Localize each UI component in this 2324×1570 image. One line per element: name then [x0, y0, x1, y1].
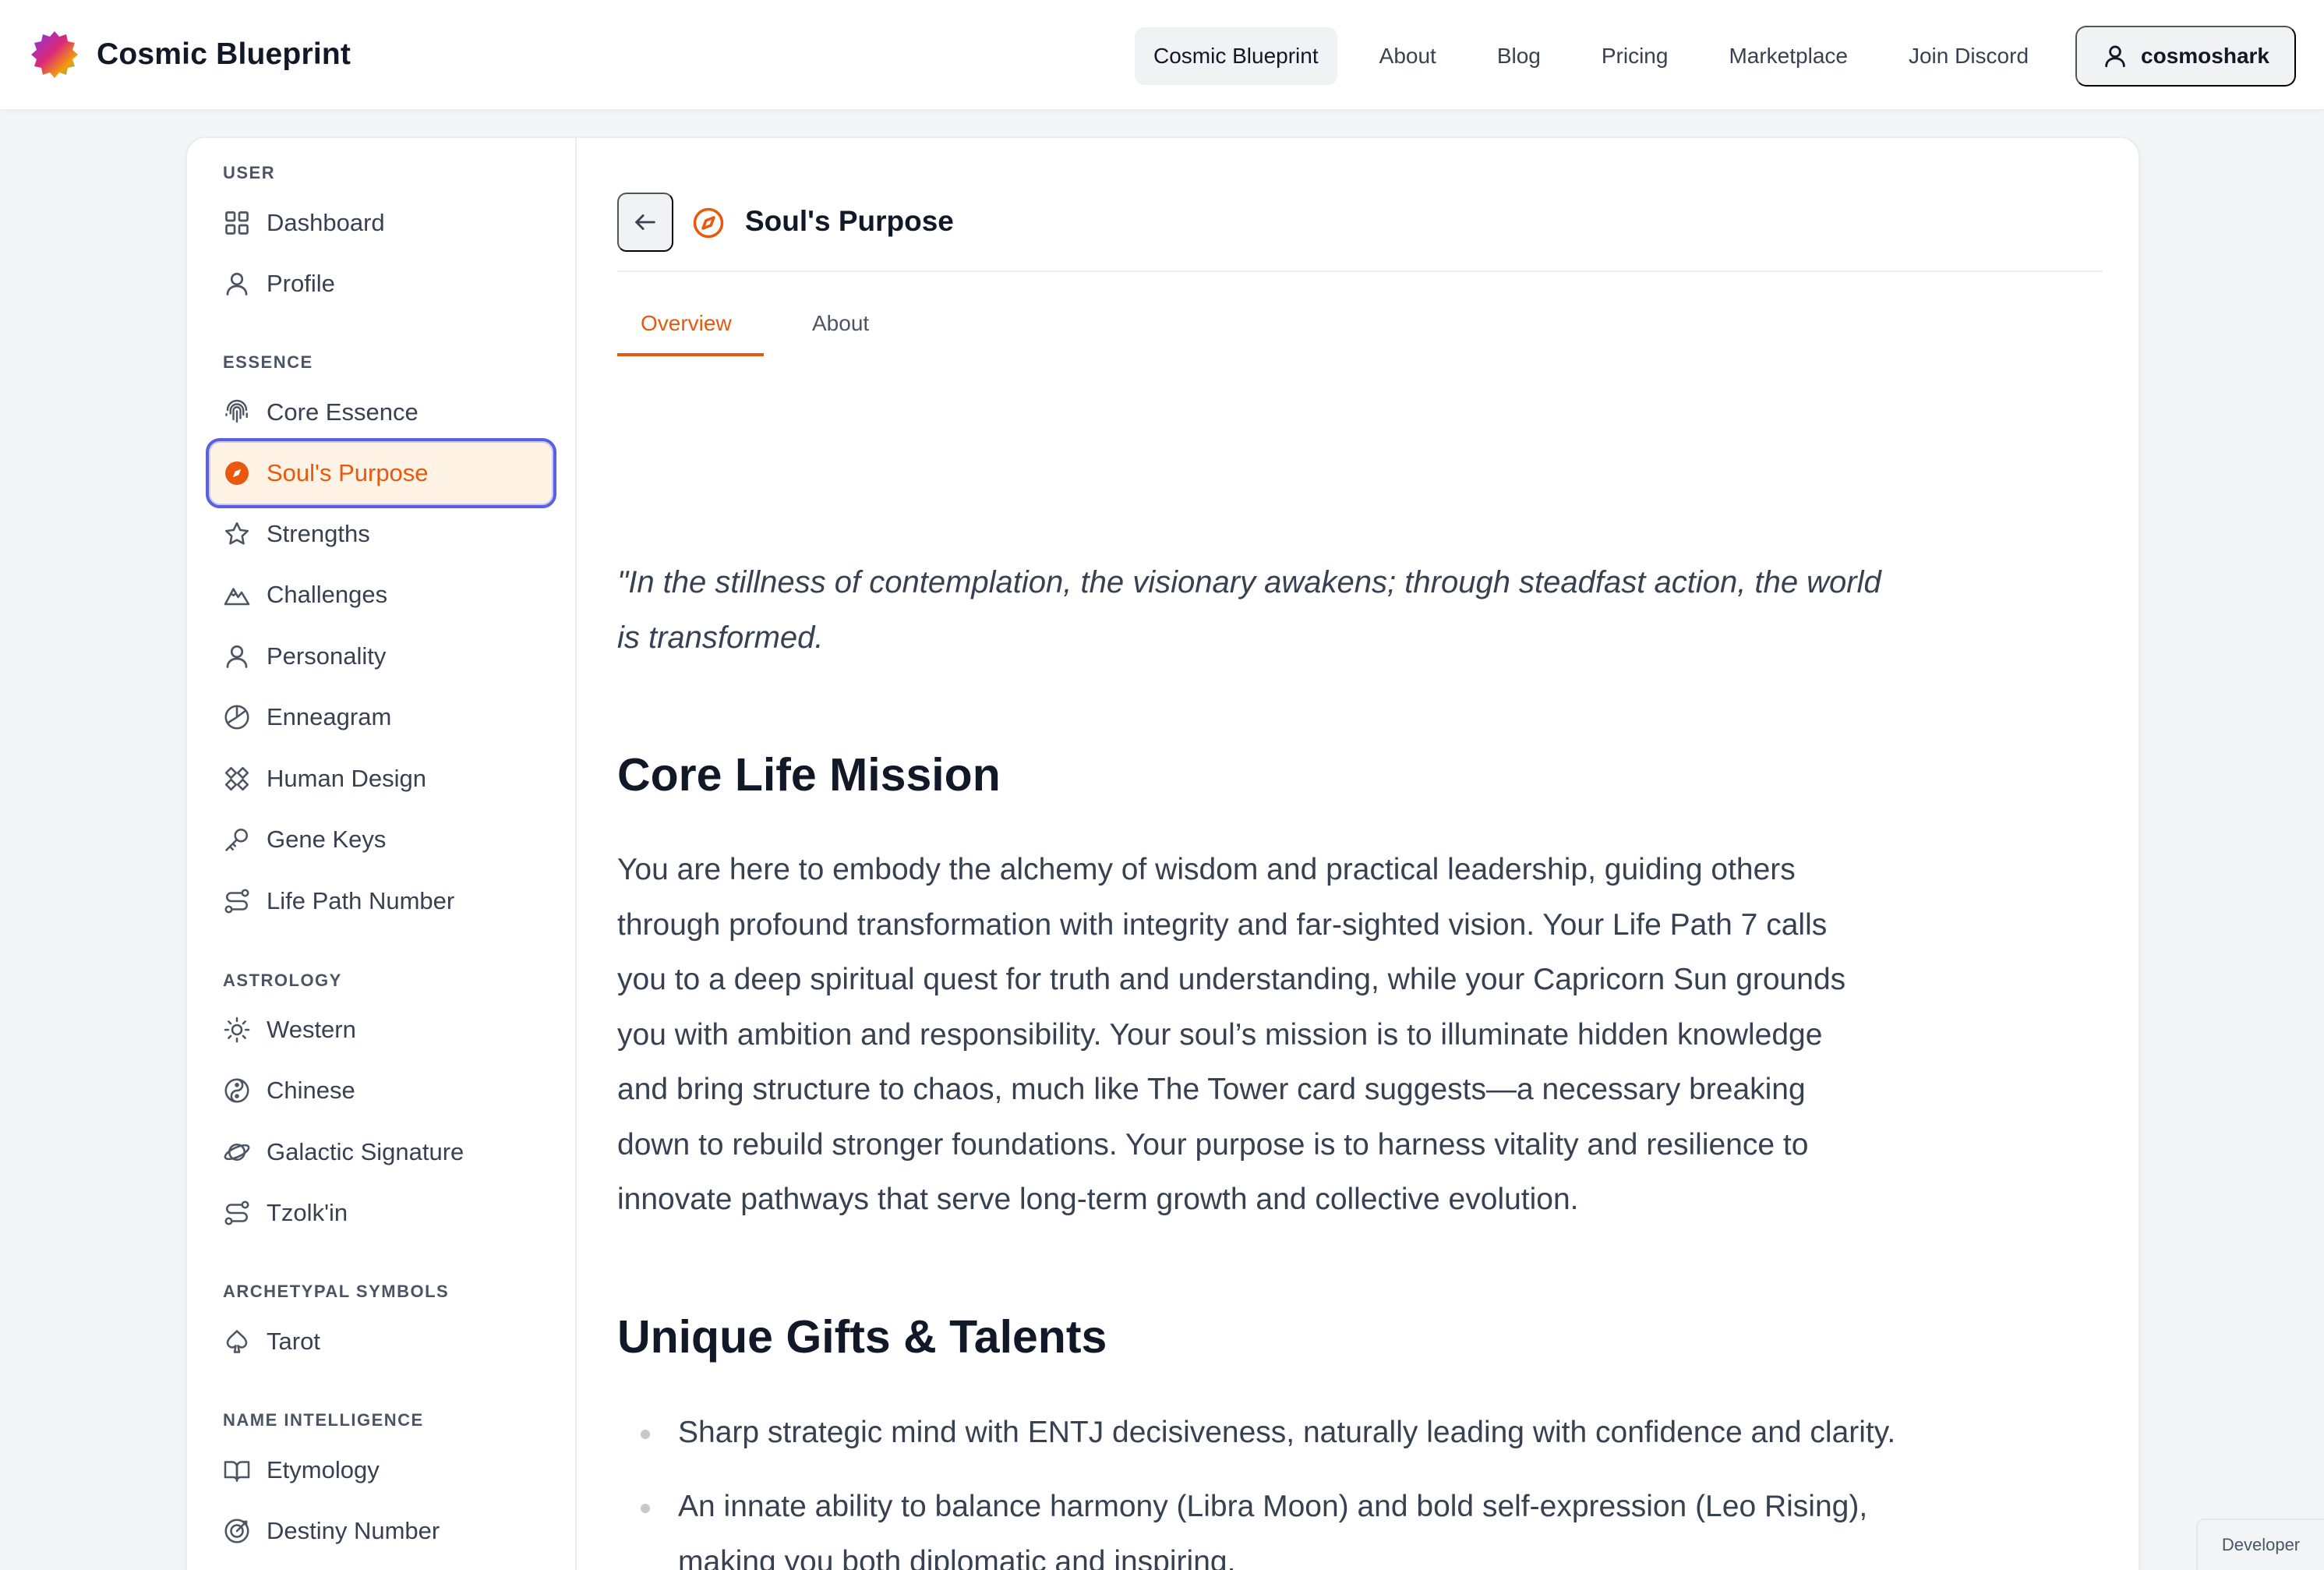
target-icon [224, 1519, 249, 1543]
sidebar: USER Dashboard Profile ESSENCE Core Esse… [187, 138, 577, 1570]
sidebar-item-galactic-signature[interactable]: Galactic Signature [210, 1121, 556, 1183]
sidebar-item-label: Gene Keys [267, 826, 387, 853]
planet-icon [224, 1143, 250, 1162]
book-icon [224, 1461, 250, 1482]
path-icon [224, 889, 249, 914]
active-tab-indicator [617, 353, 764, 356]
sidebar-section-user: USER [223, 163, 276, 182]
sidebar-item-strengths[interactable]: Strengths [210, 503, 556, 565]
sidebar-section-astrology: ASTROLOGY [223, 971, 342, 990]
developer-badge[interactable]: Developer [2196, 1519, 2324, 1570]
section-heading-core-life-mission: Core Life Mission [617, 749, 1001, 801]
sidebar-item-chinese[interactable]: Chinese [210, 1059, 556, 1122]
sidebar-item-label: Chinese [267, 1077, 355, 1104]
sidebar-item-challenges[interactable]: Challenges [210, 564, 556, 626]
sidebar-item-label: Enneagram [267, 703, 392, 730]
bullet-icon [641, 1503, 650, 1513]
gifts-list: Sharp strategic mind with ENTJ decisiven… [617, 1405, 1895, 1570]
tab-overview[interactable]: Overview [641, 311, 732, 355]
main-content: Soul's Purpose Overview About "In the st… [578, 138, 2139, 1570]
brand-name: Cosmic Blueprint [97, 37, 351, 71]
section-heading-gifts: Unique Gifts & Talents [617, 1310, 1107, 1363]
nav-marketplace[interactable]: Marketplace [1710, 27, 1867, 85]
sidebar-item-life-path-number[interactable]: Life Path Number [210, 870, 556, 932]
user-icon [226, 272, 248, 295]
sidebar-item-western[interactable]: Western [210, 999, 556, 1061]
sidebar-item-label: Etymology [267, 1456, 380, 1483]
user-icon [2105, 45, 2125, 68]
sidebar-section-name-intelligence: NAME INTELLIGENCE [223, 1410, 424, 1430]
main-nav: Cosmic Blueprint About Blog Pricing Mark… [1111, 26, 2296, 87]
article: "In the stillness of contemplation, the … [617, 555, 1895, 1570]
sidebar-item-label: Life Path Number [267, 887, 455, 914]
sidebar-section-archetypal-symbols: ARCHETYPAL SYMBOLS [223, 1282, 450, 1301]
sidebar-item-enneagram[interactable]: Enneagram [210, 686, 556, 748]
sidebar-item-souls-purpose[interactable]: Soul's Purpose [206, 438, 556, 508]
sidebar-item-dashboard[interactable]: Dashboard [210, 192, 556, 254]
brand-logo-icon [31, 31, 78, 78]
username: cosmoshark [2141, 44, 2269, 68]
sidebar-item-label: Western [267, 1016, 356, 1043]
list-item: Sharp strategic mind with ENTJ decisiven… [617, 1405, 1911, 1460]
key-icon [225, 828, 249, 851]
bodygraph-icon [224, 766, 249, 791]
page-title: Soul's Purpose [745, 205, 954, 237]
nav-cosmic-blueprint[interactable]: Cosmic Blueprint [1135, 27, 1337, 85]
sidebar-item-label: Core Essence [267, 398, 419, 426]
sidebar-item-label: Tarot [267, 1328, 320, 1355]
compass-icon [693, 207, 724, 239]
circle-segment-icon [224, 705, 249, 730]
sidebar-item-etymology[interactable]: Etymology [210, 1439, 556, 1501]
sidebar-item-tzolkin[interactable]: Tzolk'in [210, 1182, 556, 1244]
yin-yang-icon [224, 1078, 249, 1103]
star-icon [224, 522, 249, 545]
sidebar-item-tarot[interactable]: Tarot [210, 1310, 556, 1373]
tab-about[interactable]: About [812, 311, 869, 355]
page-header: Soul's Purpose [617, 193, 2103, 272]
fingerprint-icon [225, 399, 248, 423]
sidebar-item-profile[interactable]: Profile [210, 253, 556, 315]
gift-text: Sharp strategic mind with ENTJ decisiven… [678, 1415, 1896, 1449]
brand[interactable]: Cosmic Blueprint [30, 30, 351, 80]
sidebar-item-label: Galactic Signature [267, 1138, 464, 1165]
nav-join-discord[interactable]: Join Discord [1890, 27, 2047, 85]
sidebar-item-label: Human Design [267, 765, 427, 792]
user-menu-button[interactable]: cosmoshark [2075, 26, 2296, 87]
sidebar-item-label: Dashboard [267, 209, 385, 236]
sidebar-section-essence: ESSENCE [223, 352, 313, 372]
grid-icon [225, 211, 249, 235]
list-item: An innate ability to balance harmony (Li… [617, 1479, 1911, 1570]
sidebar-item-core-essence[interactable]: Core Essence [210, 381, 556, 444]
sun-icon [224, 1017, 250, 1043]
nav-about[interactable]: About [1361, 27, 1455, 85]
top-navigation: Cosmic Blueprint Cosmic Blueprint About … [0, 0, 2324, 111]
spade-icon [226, 1330, 248, 1353]
bullet-icon [641, 1429, 650, 1439]
sidebar-item-label: Destiny Number [267, 1517, 440, 1544]
sidebar-item-destiny-number[interactable]: Destiny Number [210, 1500, 556, 1562]
user-icon [226, 645, 248, 668]
sidebar-item-label: Tzolk'in [267, 1199, 348, 1226]
main-card: USER Dashboard Profile ESSENCE Core Esse… [185, 136, 2140, 1570]
sidebar-item-human-design[interactable]: Human Design [210, 748, 556, 810]
mountain-icon [224, 588, 250, 606]
sidebar-item-label: Challenges [267, 581, 388, 608]
back-button[interactable] [617, 193, 673, 252]
sidebar-item-personality[interactable]: Personality [210, 625, 556, 688]
sidebar-item-label: Profile [267, 270, 335, 297]
sidebar-item-gene-keys[interactable]: Gene Keys [210, 808, 556, 871]
nav-pricing[interactable]: Pricing [1583, 27, 1687, 85]
purpose-quote: "In the stillness of contemplation, the … [617, 565, 1881, 655]
path-icon [224, 1200, 249, 1225]
arrow-left-icon [635, 214, 655, 230]
sidebar-item-label: Soul's Purpose [267, 459, 429, 486]
sidebar-item-label: Personality [267, 642, 387, 670]
sidebar-item-label: Strengths [267, 520, 370, 547]
compass-icon [225, 461, 249, 485]
nav-blog[interactable]: Blog [1478, 27, 1559, 85]
gift-text: An innate ability to balance harmony (Li… [678, 1489, 1868, 1570]
mission-paragraph: You are here to embody the alchemy of wi… [617, 853, 1846, 1216]
